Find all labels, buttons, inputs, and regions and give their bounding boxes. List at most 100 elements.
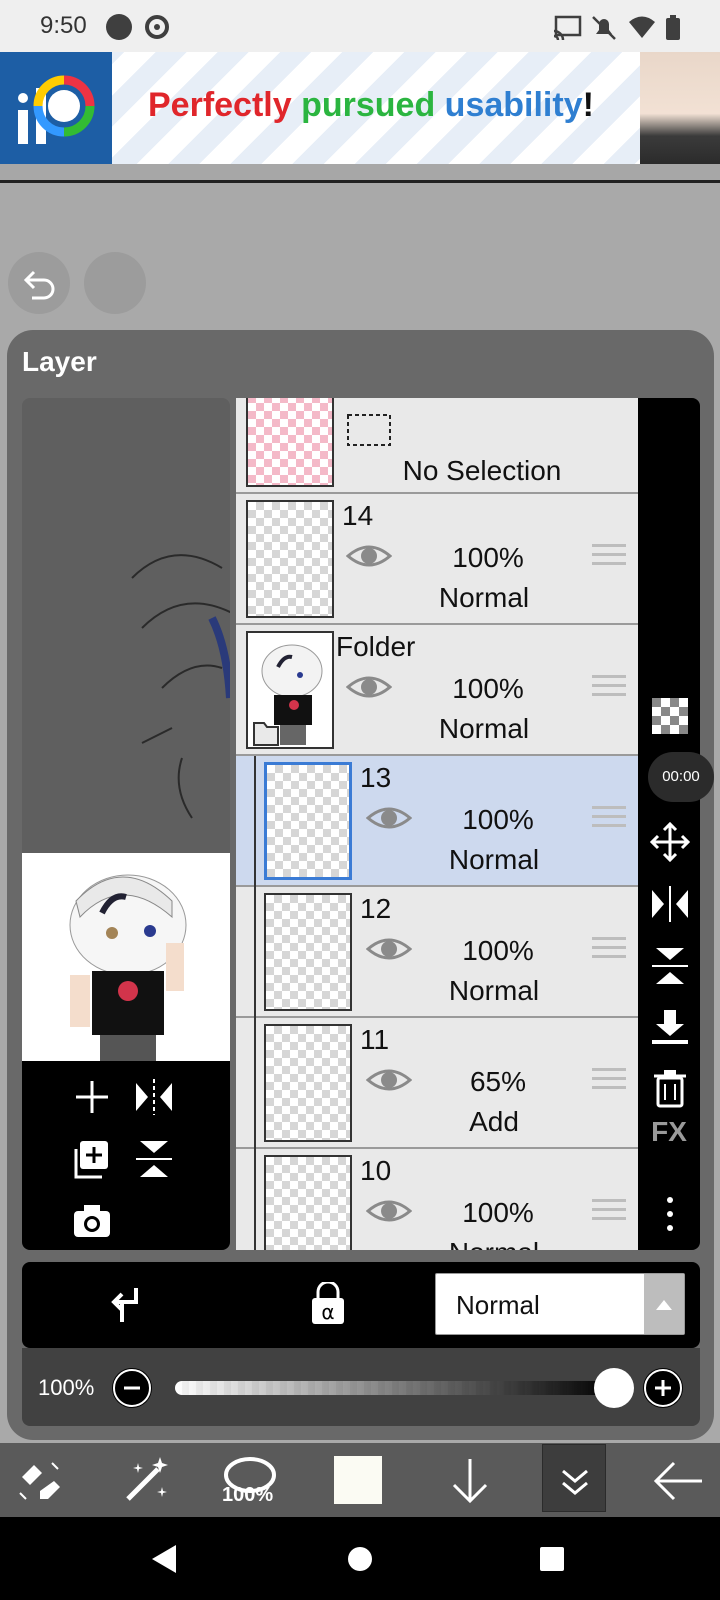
nav-recents-icon[interactable] <box>538 1545 566 1573</box>
lasso-opacity-label: 100% <box>222 1484 274 1506</box>
trash-icon[interactable] <box>650 1068 690 1108</box>
layer-blend-mode: Normal <box>424 1237 564 1250</box>
visibility-eye-icon[interactable] <box>366 802 412 834</box>
layer-blend-mode: Normal <box>438 713 530 744</box>
status-time: 9:50 <box>40 12 87 39</box>
sync-icon <box>145 15 169 39</box>
layer-opacity: 65% <box>469 1066 527 1097</box>
current-color-swatch[interactable] <box>334 1456 382 1504</box>
nav-back-icon[interactable] <box>150 1543 180 1575</box>
opacity-decrease-button[interactable] <box>112 1368 152 1408</box>
layer-opacity: 100% <box>462 935 534 966</box>
selection-layer-row[interactable]: No Selection <box>236 398 638 494</box>
merge-down-icon[interactable] <box>650 1008 690 1048</box>
opacity-slider-knob[interactable] <box>594 1368 634 1408</box>
layer-opacity: 100% <box>452 673 524 704</box>
panel-title: Layer <box>22 346 97 377</box>
layer-blend-mode: Add <box>469 1106 519 1137</box>
tool-switch-icon[interactable] <box>12 1453 68 1509</box>
arrow-down-icon[interactable] <box>442 1453 498 1509</box>
layer-name: 13 <box>360 762 392 793</box>
layer-blend-mode: Normal <box>448 844 540 875</box>
ad-word-3: usability <box>444 86 583 124</box>
drag-handle-icon[interactable] <box>592 675 626 705</box>
opacity-increase-button[interactable] <box>643 1368 683 1408</box>
visibility-eye-icon[interactable] <box>366 1064 412 1096</box>
duplicate-layer-icon[interactable] <box>70 1137 114 1181</box>
ad-character-image <box>640 52 720 164</box>
character-thumbnail <box>22 853 230 1061</box>
layer-row-13[interactable]: 13 100% Normal <box>236 756 638 887</box>
plus-icon <box>644 1369 682 1407</box>
cast-icon <box>553 15 582 40</box>
dropdown-arrow-icon <box>644 1274 684 1334</box>
ad-banner[interactable]: Perfectly pursued usability! <box>0 52 720 164</box>
camera-icon[interactable] <box>70 1199 114 1243</box>
undo-button[interactable] <box>8 252 70 314</box>
fx-button[interactable]: FX <box>638 1116 700 1148</box>
app-logo <box>0 52 112 164</box>
alpha-lock-icon[interactable]: α <box>306 1282 350 1326</box>
layer-name: 12 <box>360 893 392 924</box>
ad-headline: Perfectly pursued usability! <box>148 86 594 125</box>
visibility-eye-icon[interactable] <box>366 1195 412 1227</box>
canvas-preview[interactable] <box>22 398 230 1250</box>
drag-handle-icon[interactable] <box>592 1199 626 1229</box>
layer-selection-status: No Selection <box>402 455 562 486</box>
magic-wand-icon[interactable] <box>118 1453 174 1509</box>
minus-icon <box>113 1369 151 1407</box>
layer-actions <box>22 1061 230 1250</box>
notification-dot-icon <box>106 14 132 40</box>
layer-row-12[interactable]: 12 100% Normal <box>236 887 638 1018</box>
opacity-value: 100% <box>38 1375 95 1400</box>
clipping-icon[interactable] <box>106 1282 150 1326</box>
undo-icon <box>23 270 55 300</box>
flip-horizontal-icon[interactable] <box>132 1075 176 1119</box>
ad-word-1: Perfectly <box>148 86 292 124</box>
drag-handle-icon[interactable] <box>592 806 626 836</box>
add-layer-icon[interactable] <box>70 1075 114 1119</box>
blend-mode-value: Normal <box>456 1290 540 1320</box>
layer-name: Folder <box>336 631 416 662</box>
ad-word-4: ! <box>582 86 594 124</box>
layer-row-10[interactable]: 10 100% Normal <box>236 1149 638 1250</box>
layer-row-folder[interactable]: Folder 100% Normal <box>236 625 638 756</box>
drag-handle-icon[interactable] <box>592 544 626 574</box>
svg-text:α: α <box>321 1300 334 1324</box>
visibility-eye-icon[interactable] <box>366 933 412 965</box>
more-options-icon[interactable] <box>650 1194 690 1234</box>
layer-thumbnail <box>264 762 352 880</box>
battery-icon <box>666 15 680 40</box>
folder-thumbnail <box>246 631 334 749</box>
side-toolbar: FX <box>638 398 700 1250</box>
flip-horizontal-icon[interactable] <box>650 884 690 924</box>
folder-indent-line <box>254 756 256 1250</box>
nav-home-icon[interactable] <box>346 1545 374 1573</box>
layer-row-11[interactable]: 11 65% Add <box>236 1018 638 1149</box>
opacity-slider[interactable] <box>175 1381 615 1395</box>
visibility-eye-icon[interactable] <box>346 540 392 572</box>
transparency-checker-icon[interactable] <box>650 696 690 736</box>
expand-button[interactable] <box>542 1444 606 1512</box>
drag-handle-icon[interactable] <box>592 1068 626 1098</box>
blend-mode-select[interactable]: Normal <box>435 1273 685 1335</box>
double-chevron-down-icon <box>562 1469 588 1495</box>
redo-button[interactable] <box>84 252 146 314</box>
layer-name: 10 <box>360 1155 392 1186</box>
status-bar: 9:50 <box>0 0 720 52</box>
layer-thumbnail <box>264 1155 352 1250</box>
recording-timer[interactable]: 00:00 <box>648 752 714 802</box>
layer-thumbnail <box>264 1024 352 1142</box>
layer-thumbnail <box>246 500 334 618</box>
layer-opacity: 100% <box>452 542 524 573</box>
ad-word-2: pursued <box>301 86 436 124</box>
layer-blend-mode: Normal <box>448 975 540 1006</box>
layer-list[interactable]: No Selection 14 100% Normal Folder 100% … <box>236 398 638 1250</box>
layer-row-14[interactable]: 14 100% Normal <box>236 494 638 625</box>
visibility-eye-icon[interactable] <box>346 671 392 703</box>
back-arrow-icon[interactable] <box>650 1453 706 1509</box>
move-icon[interactable] <box>650 822 690 862</box>
drag-handle-icon[interactable] <box>592 937 626 967</box>
flip-vertical-icon[interactable] <box>650 946 690 986</box>
flip-vertical-icon[interactable] <box>132 1137 176 1181</box>
